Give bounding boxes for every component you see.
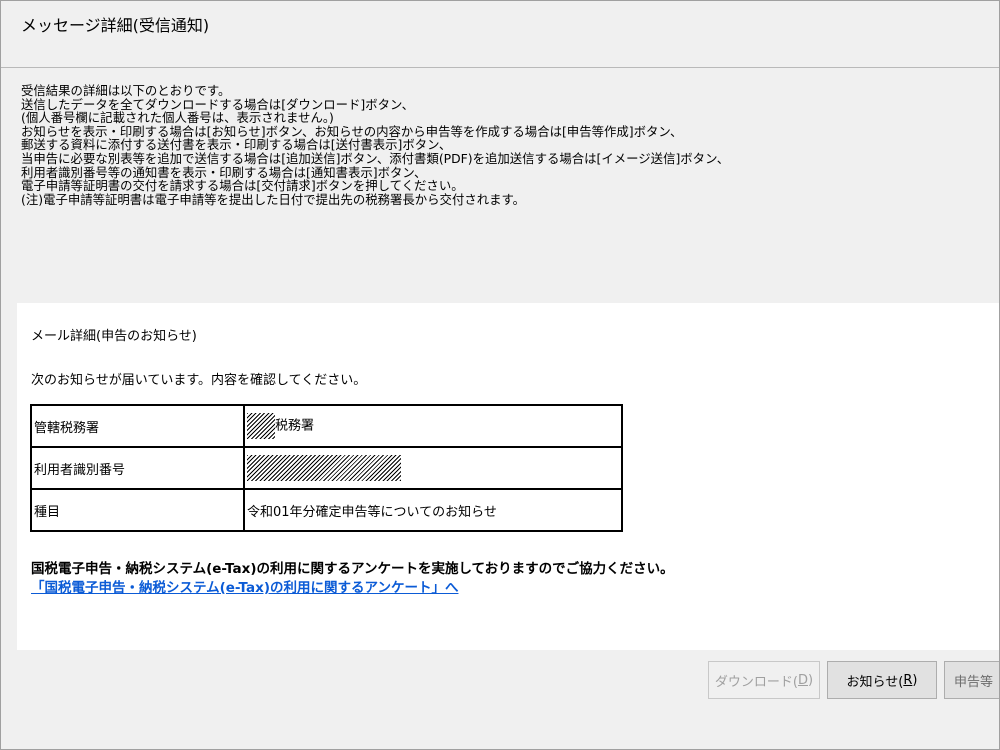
instruction-line: (個人番号欄に記載された個人番号は、表示されません。) [21, 110, 334, 126]
redaction-mark [247, 455, 401, 481]
download-button-accesskey: D [797, 672, 808, 688]
title-divider [1, 67, 999, 68]
instruction-line: 受信結果の詳細は以下のとおりです。 [21, 83, 231, 98]
table-cell-label: 管轄税務署 [30, 404, 245, 448]
create-return-button-label: 申告等 [954, 674, 994, 690]
window-title: メッセージ詳細(受信通知) [21, 16, 210, 35]
table-cell-label: 種目 [30, 488, 245, 532]
notice-button-suffix: ) [912, 672, 918, 688]
instruction-line: 利用者識別番号等の通知書を表示・印刷する場合は[通知書表示]ボタン、 [21, 164, 427, 180]
download-button[interactable]: ダウンロード(D) [708, 661, 820, 699]
mail-detail-heading: メール詳細(申告のお知らせ) [31, 329, 197, 344]
instruction-line: 電子申請等証明書の交付を請求する場合は[交付請求]ボタンを押してください。 [21, 178, 464, 194]
table-cell-value: 税務署 [243, 404, 623, 448]
table-cell-value: 令和01年分確定申告等についてのお知らせ [243, 488, 623, 532]
redaction-mark [247, 413, 275, 439]
download-button-label: ダウンロード( [714, 674, 798, 690]
tax-office-name: 税務署 [275, 418, 315, 434]
instructions-text: 受信結果の詳細は以下のとおりです。 送信したデータを全てダウンロードする場合は[… [21, 84, 991, 206]
table-row: 種目 令和01年分確定申告等についてのお知らせ [30, 488, 623, 532]
mail-message: 次のお知らせが届いています。内容を確認してください。 [31, 373, 367, 388]
instruction-line: (注)電子申請等証明書は電子申請等を提出した日付で提出先の税務署長から交付されま… [21, 191, 526, 207]
instruction-line: 当申告に必要な別表等を追加で送信する場合は[追加送信]ボタン、添付書類(PDF)… [21, 150, 730, 166]
mail-detail-panel: メール詳細(申告のお知らせ) 次のお知らせが届いています。内容を確認してください… [17, 303, 999, 650]
instruction-line: 郵送する資料に添付する送付書を表示・印刷する場合は[送付書表示]ボタン、 [21, 137, 452, 153]
message-detail-window: メッセージ詳細(受信通知) 受信結果の詳細は以下のとおりです。 送信したデータを… [0, 0, 1000, 750]
survey-notice: 国税電子申告・納税システム(e-Tax)の利用に関するアンケートを実施しておりま… [31, 561, 674, 577]
notice-button-accesskey: R [903, 672, 913, 688]
create-return-button[interactable]: 申告等 [944, 661, 999, 699]
instruction-line: 送信したデータを全てダウンロードする場合は[ダウンロード]ボタン、 [21, 96, 415, 112]
table-row: 利用者識別番号 [30, 446, 623, 490]
table-row: 管轄税務署 税務署 [30, 404, 623, 448]
notice-button-label: お知らせ( [846, 674, 904, 690]
table-cell-value [243, 446, 623, 490]
mail-info-table: 管轄税務署 税務署 利用者識別番号 種目 令和01年分確定申告等についてのお知ら… [30, 404, 623, 532]
notice-button[interactable]: お知らせ(R) [827, 661, 937, 699]
table-cell-label: 利用者識別番号 [30, 446, 245, 490]
survey-link[interactable]: 「国税電子申告・納税システム(e-Tax)の利用に関するアンケート」へ [31, 576, 458, 596]
download-button-suffix: ) [808, 672, 814, 688]
instruction-line: お知らせを表示・印刷する場合は[お知らせ]ボタン、お知らせの内容から申告等を作成… [21, 123, 683, 139]
